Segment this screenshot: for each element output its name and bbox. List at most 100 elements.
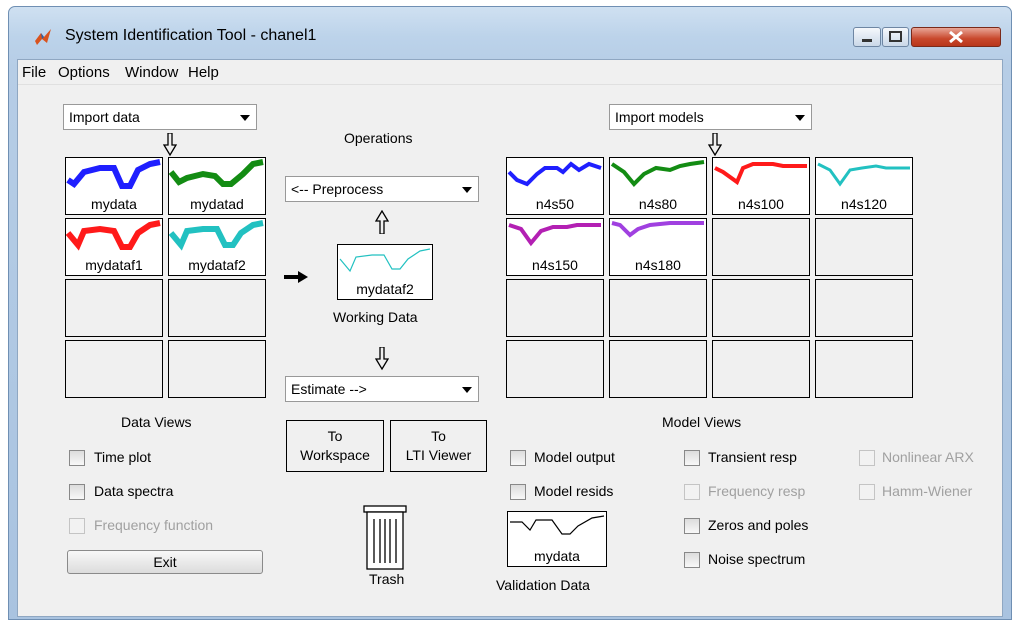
to-workspace-button[interactable]: To Workspace: [286, 420, 384, 472]
model-line: [611, 221, 704, 238]
time-plot-checkbox[interactable]: [69, 450, 85, 466]
model-line: [507, 161, 602, 187]
down-arrow-icon: [708, 133, 722, 157]
chevron-down-icon: [795, 115, 805, 121]
model-tile[interactable]: n4s180: [609, 218, 707, 276]
empty-model-slot[interactable]: [609, 279, 707, 337]
client-area: File Options Window Help Import data myd…: [17, 59, 1003, 617]
model-resids-label: Model resids: [534, 483, 614, 499]
import-models-dropdown[interactable]: Import models: [609, 104, 812, 130]
empty-data-slot[interactable]: [168, 340, 266, 398]
to-workspace-line2: Workspace: [300, 447, 370, 463]
data-views-title: Data Views: [121, 414, 192, 430]
tile-label: n4s80: [638, 196, 678, 212]
tile-label: mydata: [91, 196, 137, 212]
working-data-caption: Working Data: [333, 309, 418, 325]
minimize-icon: [862, 39, 872, 42]
empty-data-slot[interactable]: [168, 279, 266, 337]
import-data-value: Import data: [69, 109, 140, 125]
model-thumbnail: [817, 162, 910, 187]
data-tile[interactable]: mydata: [65, 157, 163, 215]
zeros-poles-label: Zeros and poles: [708, 517, 809, 533]
model-output-label: Model output: [534, 449, 615, 465]
up-arrow-icon: [375, 210, 389, 234]
tile-label: n4s100: [738, 196, 784, 212]
transient-resp-checkbox[interactable]: [684, 450, 700, 466]
model-output-checkbox[interactable]: [510, 450, 526, 466]
menu-window[interactable]: Window: [125, 64, 178, 81]
model-thumbnail: [610, 160, 705, 187]
empty-model-slot[interactable]: [609, 340, 707, 398]
preprocess-dropdown[interactable]: <-- Preprocess: [285, 176, 479, 202]
model-thumbnail: [714, 162, 807, 186]
minimize-button[interactable]: [853, 27, 881, 47]
tile-label: n4s180: [635, 257, 681, 273]
model-line: [714, 162, 807, 186]
estimate-dropdown[interactable]: Estimate -->: [285, 376, 479, 402]
zeros-poles-checkbox[interactable]: [684, 518, 700, 534]
transient-resp-label: Transient resp: [708, 449, 797, 465]
data-tile[interactable]: mydatad: [168, 157, 266, 215]
empty-model-slot[interactable]: [815, 218, 913, 276]
chevron-down-icon: [240, 115, 250, 121]
validation-data-label: mydata: [534, 548, 580, 564]
operations-title: Operations: [344, 130, 413, 146]
empty-model-slot[interactable]: [815, 340, 913, 398]
empty-model-slot[interactable]: [712, 279, 810, 337]
signal-thumbnail: [66, 220, 161, 251]
maximize-button[interactable]: [882, 27, 909, 47]
close-button[interactable]: [911, 27, 1001, 47]
empty-data-slot[interactable]: [65, 279, 163, 337]
to-workspace-line1: To: [327, 428, 343, 444]
menu-help[interactable]: Help: [188, 64, 219, 81]
data-tile[interactable]: mydataf1: [65, 218, 163, 276]
empty-model-slot[interactable]: [815, 279, 913, 337]
window-title: System Identification Tool - chanel1: [65, 27, 317, 44]
model-line: [817, 162, 910, 187]
tile-label: mydataf2: [188, 257, 246, 273]
down-arrow-icon: [375, 347, 389, 371]
trash-icon[interactable]: [363, 505, 407, 571]
model-tile[interactable]: n4s100: [712, 157, 810, 215]
signal-line: [169, 159, 264, 187]
to-lti-line1: To: [431, 428, 446, 444]
nonlinear-arx-checkbox: [859, 450, 875, 466]
exit-button[interactable]: Exit: [67, 550, 263, 574]
signal-thumbnail: [339, 248, 431, 273]
title-bar[interactable]: System Identification Tool - chanel1: [9, 7, 1011, 59]
to-lti-viewer-button[interactable]: To LTI Viewer: [390, 420, 487, 472]
import-data-dropdown[interactable]: Import data: [63, 104, 257, 130]
frequency-function-label: Frequency function: [94, 517, 214, 533]
empty-model-slot[interactable]: [712, 218, 810, 276]
model-tile[interactable]: n4s80: [609, 157, 707, 215]
chevron-down-icon: [462, 387, 472, 393]
menu-file[interactable]: File: [22, 64, 46, 81]
data-spectra-checkbox[interactable]: [69, 484, 85, 500]
empty-model-slot[interactable]: [712, 340, 810, 398]
noise-spectrum-checkbox[interactable]: [684, 552, 700, 568]
signal-line: [510, 515, 605, 535]
signal-line: [339, 248, 431, 273]
validation-data-tile[interactable]: mydata: [507, 511, 607, 567]
working-data-tile[interactable]: mydataf2: [337, 244, 433, 300]
model-tile[interactable]: n4s50: [506, 157, 604, 215]
model-thumbnail: [611, 221, 704, 238]
empty-model-slot[interactable]: [506, 279, 604, 337]
menu-options[interactable]: Options: [58, 64, 110, 81]
to-lti-line2: LTI Viewer: [405, 447, 472, 463]
frequency-function-checkbox: [69, 518, 85, 534]
model-tile[interactable]: n4s120: [815, 157, 913, 215]
estimate-value: Estimate -->: [291, 381, 367, 397]
empty-data-slot[interactable]: [65, 340, 163, 398]
model-line: [508, 223, 601, 247]
import-models-value: Import models: [615, 109, 704, 125]
data-tile[interactable]: mydataf2: [168, 218, 266, 276]
tile-label: n4s120: [841, 196, 887, 212]
trash-label: Trash: [369, 571, 405, 587]
noise-spectrum-label: Noise spectrum: [708, 551, 806, 567]
empty-model-slot[interactable]: [506, 340, 604, 398]
nonlinear-arx-label: Nonlinear ARX: [882, 449, 974, 465]
model-resids-checkbox[interactable]: [510, 484, 526, 500]
model-tile[interactable]: n4s150: [506, 218, 604, 276]
working-data-label: mydataf2: [356, 281, 414, 297]
